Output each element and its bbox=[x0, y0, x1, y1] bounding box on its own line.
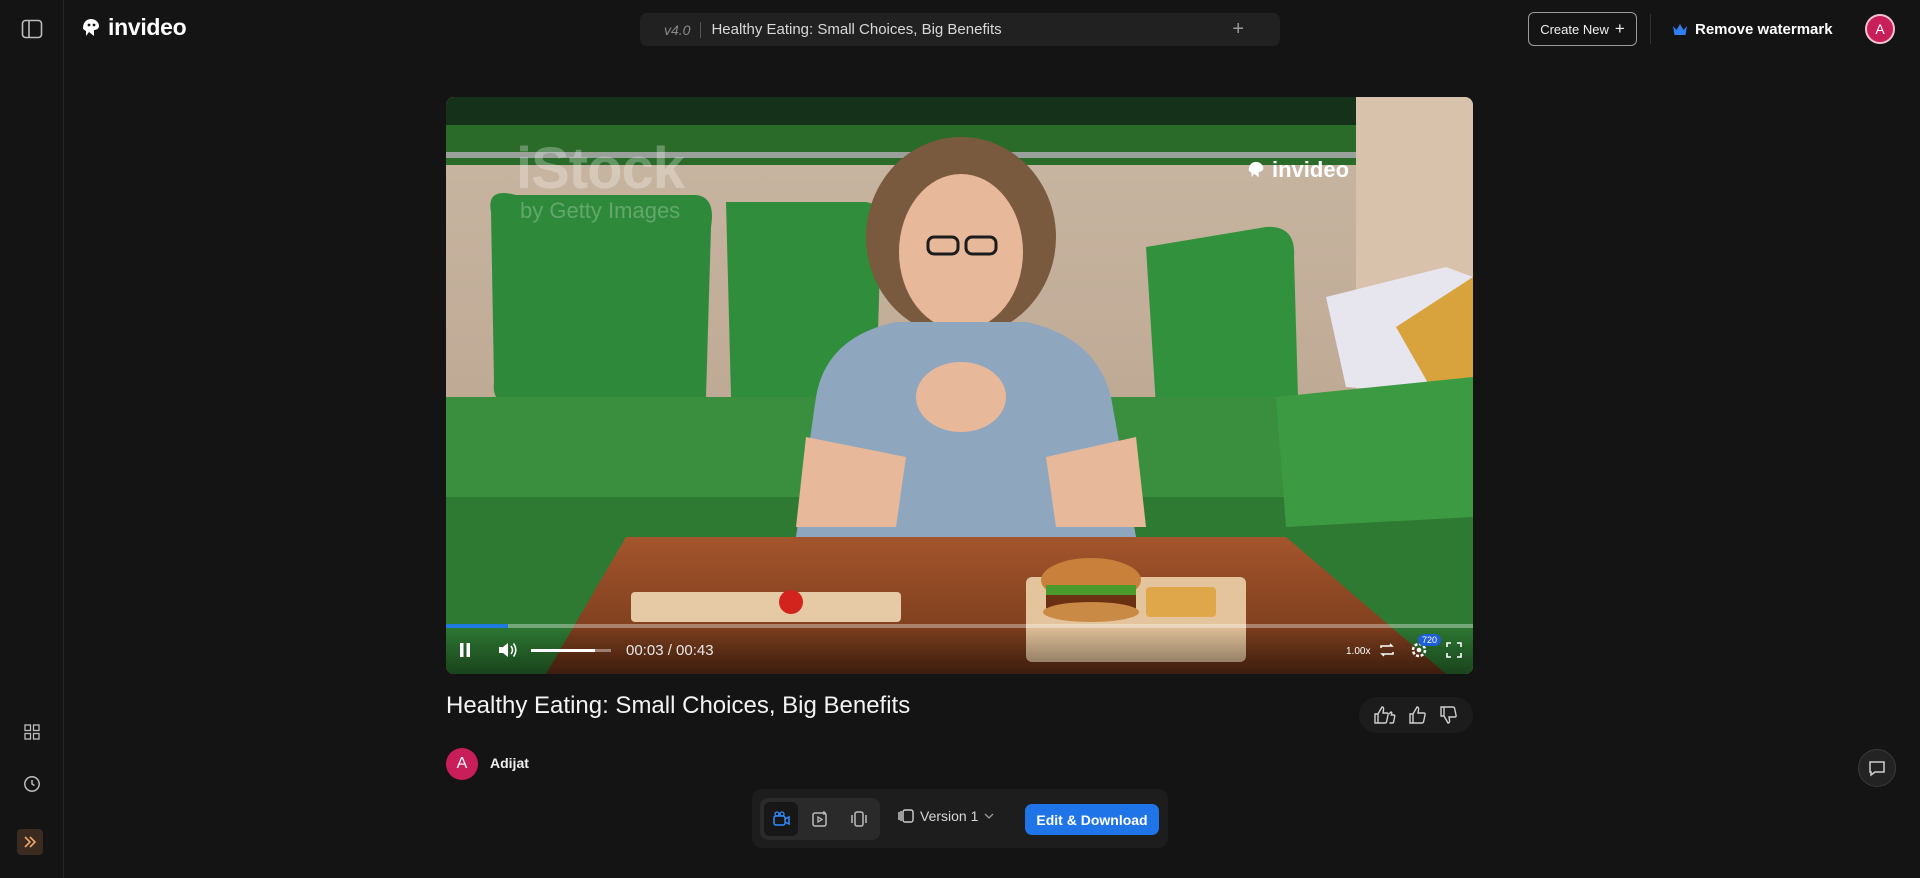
chevron-down-icon bbox=[984, 813, 994, 819]
history-clock-icon[interactable] bbox=[16, 768, 48, 800]
loop-icon[interactable] bbox=[1376, 639, 1398, 661]
crown-icon bbox=[1673, 23, 1687, 35]
create-new-button[interactable]: Create New + bbox=[1528, 12, 1637, 46]
volume-fill bbox=[531, 649, 595, 652]
quality-badge: 720 bbox=[1418, 634, 1442, 646]
progress-bar[interactable] bbox=[446, 624, 1473, 628]
brand-logo[interactable]: invideo bbox=[80, 14, 187, 41]
expand-chevrons-icon[interactable] bbox=[17, 829, 43, 855]
player-controls: 00:03 / 00:43 1.00x 720 bbox=[446, 624, 1473, 674]
invideo-logo-icon bbox=[83, 18, 99, 36]
square-video-icon[interactable] bbox=[803, 802, 837, 836]
user-avatar[interactable]: A bbox=[1865, 14, 1895, 44]
invideo-watermark-text: invideo bbox=[1272, 157, 1350, 182]
volume-slider[interactable] bbox=[531, 649, 611, 652]
double-thumbs-up-icon[interactable] bbox=[1373, 706, 1396, 724]
add-icon[interactable]: + bbox=[1232, 19, 1244, 39]
video-player[interactable]: iStock by Getty Images invideo 00:03 / 0… bbox=[446, 97, 1473, 674]
create-new-label: Create New bbox=[1540, 21, 1609, 37]
rating-group bbox=[1359, 697, 1473, 733]
apps-grid-icon[interactable] bbox=[16, 716, 48, 748]
getty-watermark: by Getty Images bbox=[520, 198, 681, 223]
pause-icon[interactable] bbox=[454, 639, 476, 661]
edit-download-button[interactable]: Edit & Download bbox=[1025, 804, 1159, 835]
thumbs-up-icon[interactable] bbox=[1409, 706, 1427, 724]
playback-speed[interactable]: 1.00x bbox=[1346, 646, 1370, 657]
bottom-toolbar: Version 1 Edit & Download bbox=[752, 789, 1168, 848]
project-title: Healthy Eating: Small Choices, Big Benef… bbox=[711, 21, 1002, 38]
version-label: Version 1 bbox=[920, 808, 979, 824]
chat-icon[interactable] bbox=[1858, 749, 1896, 787]
header-divider bbox=[1650, 14, 1651, 44]
version-tag: v4.0 bbox=[664, 21, 691, 38]
versions-icon bbox=[898, 809, 914, 823]
version-dropdown[interactable]: Version 1 bbox=[898, 808, 994, 824]
progress-fill bbox=[446, 624, 508, 628]
portrait-video-icon[interactable] bbox=[842, 802, 876, 836]
landscape-video-icon[interactable] bbox=[764, 802, 798, 836]
creator-name[interactable]: Adijat bbox=[490, 755, 529, 771]
time-display: 00:03 / 00:43 bbox=[626, 642, 714, 659]
sidebar-toggle-icon[interactable] bbox=[16, 13, 48, 45]
invideo-watermark: invideo bbox=[1246, 157, 1349, 183]
plus-icon: + bbox=[1614, 19, 1625, 38]
video-title: Healthy Eating: Small Choices, Big Benef… bbox=[446, 692, 911, 719]
remove-watermark-button[interactable]: Remove watermark bbox=[1672, 14, 1833, 44]
title-divider bbox=[700, 21, 702, 38]
istock-watermark: iStock bbox=[516, 136, 685, 201]
fullscreen-icon[interactable] bbox=[1443, 639, 1465, 661]
brand-name: invideo bbox=[108, 14, 187, 40]
volume-icon[interactable] bbox=[496, 639, 520, 661]
remove-watermark-label: Remove watermark bbox=[1695, 20, 1833, 38]
thumbs-down-icon[interactable] bbox=[1440, 706, 1458, 724]
format-switcher bbox=[760, 798, 880, 840]
project-title-bar[interactable]: v4.0 Healthy Eating: Small Choices, Big … bbox=[640, 13, 1280, 46]
invideo-logo-icon bbox=[1248, 161, 1264, 178]
creator-avatar[interactable]: A bbox=[446, 748, 478, 780]
left-rail bbox=[0, 0, 64, 878]
